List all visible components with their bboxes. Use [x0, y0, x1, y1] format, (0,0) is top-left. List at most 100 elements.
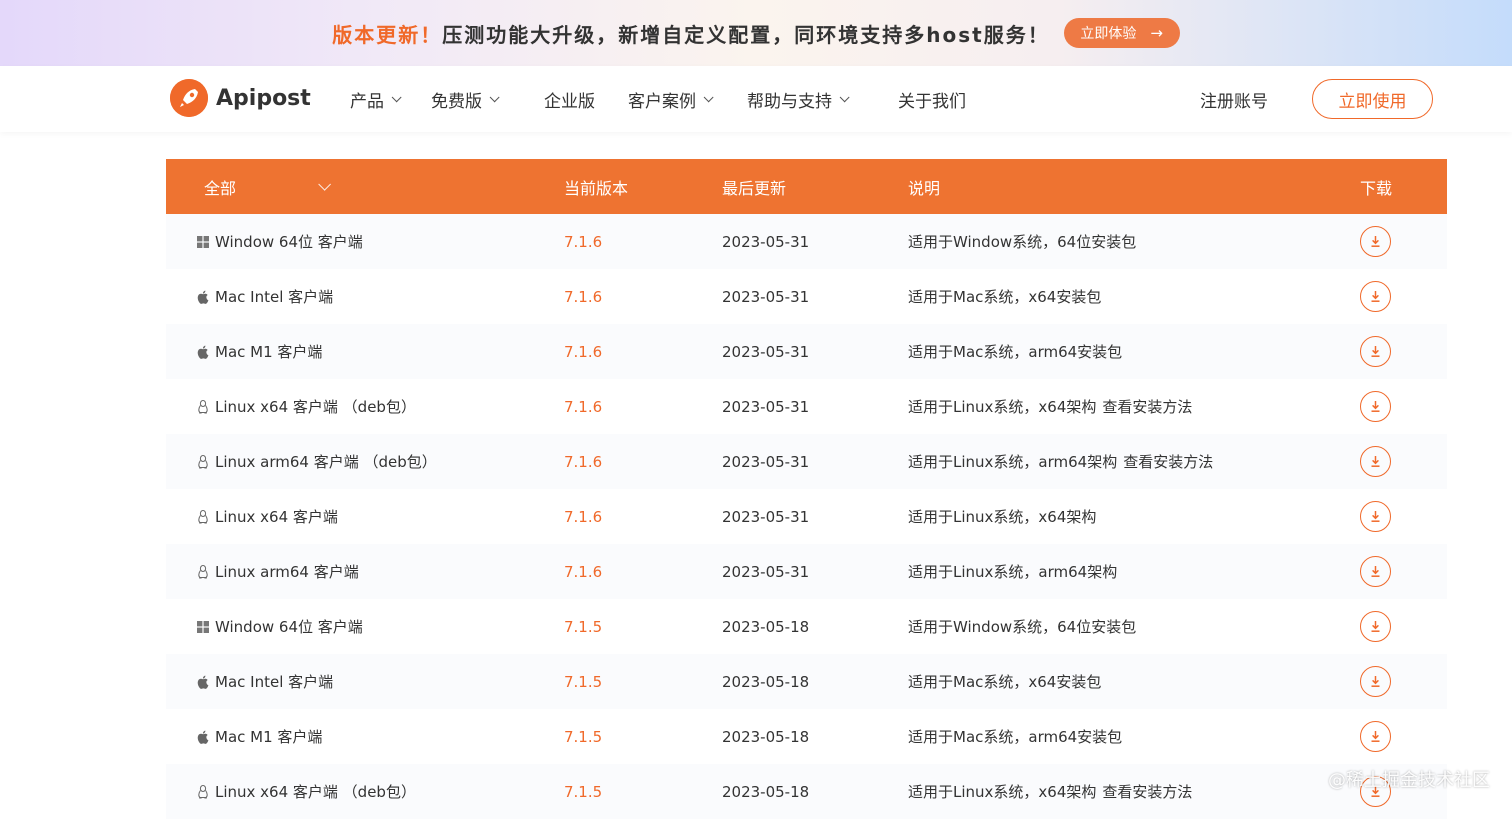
client-name: Window 64位 客户端: [215, 618, 363, 636]
apple-icon: [196, 345, 209, 359]
description-cell: 适用于Linux系统，arm64架构: [908, 544, 1117, 599]
download-button[interactable]: [1360, 336, 1391, 367]
download-cell: [1360, 709, 1391, 764]
table-row: Linux arm64 客户端 7.1.6 2023-05-31 适用于Linux系统…: [166, 544, 1447, 599]
download-button[interactable]: [1360, 446, 1391, 477]
download-button[interactable]: [1360, 611, 1391, 642]
linux-icon: [196, 399, 209, 413]
download-button[interactable]: [1360, 501, 1391, 532]
linux-icon: [196, 784, 209, 798]
linux-icon: [196, 454, 209, 468]
nav-item-label: 企业版: [544, 91, 595, 112]
install-guide-link[interactable]: 查看安装方法: [1123, 451, 1213, 472]
description-text: 适用于Linux系统，x64架构: [908, 508, 1097, 526]
chevron-down-icon: [839, 91, 850, 102]
table-row: Linux x64 客户端 （deb包） 7.1.5 2023-05-18 适用于Li…: [166, 764, 1447, 819]
download-table: 全部 当前版本 最后更新 说明 下载 Window 64位 客户端 7.1.6 20…: [166, 159, 1447, 819]
install-guide-link[interactable]: 查看安装方法: [1102, 781, 1192, 802]
download-icon: [1369, 510, 1382, 523]
download-button[interactable]: [1360, 556, 1391, 587]
download-button[interactable]: [1360, 666, 1391, 697]
install-guide-link[interactable]: 查看安装方法: [1102, 396, 1192, 417]
download-icon: [1369, 730, 1382, 743]
version-cell: 7.1.6: [564, 507, 603, 526]
table-row: Mac Intel 客户端 7.1.5 2023-05-18 适用于Mac系统，x64…: [166, 654, 1447, 709]
date-cell: 2023-05-18: [722, 672, 810, 691]
filter-label: 全部: [204, 178, 237, 198]
download-icon: [1369, 565, 1382, 578]
client-name: Mac M1 客户端: [215, 343, 323, 361]
table-row: Linux x64 客户端 7.1.6 2023-05-31 适用于Linux系统，x…: [166, 489, 1447, 544]
header-updated: 最后更新: [722, 178, 787, 198]
watermark: @稀土掘金技术社区: [1328, 770, 1490, 791]
description-cell: 适用于Linux系统，x64架构 查看安装方法: [908, 379, 1192, 434]
description-cell: 适用于Window系统，64位安装包: [908, 214, 1136, 269]
download-button[interactable]: [1360, 281, 1391, 312]
nav-item-products[interactable]: 产品: [350, 66, 402, 132]
brand-logo[interactable]: Apipost: [170, 79, 311, 117]
description-text: 适用于Window系统，64位安装包: [908, 618, 1137, 636]
client-name-cell: Linux x64 客户端 （deb包）: [196, 379, 416, 434]
nav-item-cases[interactable]: 客户案例: [628, 66, 714, 132]
download-cell: [1360, 599, 1391, 654]
download-button[interactable]: [1360, 721, 1391, 752]
nav-item-enterprise[interactable]: 企业版: [544, 66, 595, 132]
client-name-cell: Mac Intel 客户端: [196, 654, 333, 709]
client-name: Linux arm64 客户端 （deb包）: [215, 453, 437, 471]
nav-item-label: 帮助与支持: [747, 91, 832, 112]
brand-name: Apipost: [216, 85, 311, 111]
description-cell: 适用于Mac系统，arm64安装包: [908, 324, 1122, 379]
table-header: 全部 当前版本 最后更新 说明 下载: [166, 159, 1447, 214]
description-cell: 适用于Linux系统，arm64架构 查看安装方法: [908, 434, 1213, 489]
top-nav: Apipost 产品 免费版 企业版 客户案例 帮助与支持 关于我们 注册账号 …: [0, 66, 1512, 132]
version-cell: 7.1.5: [564, 782, 603, 801]
download-button[interactable]: [1360, 391, 1391, 422]
header-version: 当前版本: [564, 178, 629, 198]
use-now-button[interactable]: 立即使用: [1312, 79, 1433, 119]
download-cell: [1360, 379, 1391, 434]
chevron-down-icon: [703, 91, 714, 102]
description-cell: 适用于Linux系统，x64架构: [908, 489, 1096, 544]
client-name: Linux x64 客户端: [215, 508, 338, 526]
promo-banner: 版本更新！压测功能大升级，新增自定义配置，同环境支持多host服务！ 立即体验 …: [0, 0, 1512, 66]
description-text: 适用于Linux系统，arm64架构: [908, 453, 1118, 471]
table-row: Window 64位 客户端 7.1.6 2023-05-31 适用于Window系统…: [166, 214, 1447, 269]
download-cell: [1360, 324, 1391, 379]
client-name-cell: Mac Intel 客户端: [196, 269, 333, 324]
download-icon: [1369, 620, 1382, 633]
nav-item-free[interactable]: 免费版: [431, 66, 500, 132]
client-name-cell: Window 64位 客户端: [196, 214, 363, 269]
table-row: Linux x64 客户端 （deb包） 7.1.6 2023-05-31 适用于Li…: [166, 379, 1447, 434]
header-description: 说明: [908, 178, 941, 198]
date-cell: 2023-05-31: [722, 452, 810, 471]
date-cell: 2023-05-31: [722, 287, 810, 306]
nav-item-about[interactable]: 关于我们: [898, 66, 966, 132]
download-cell: [1360, 434, 1391, 489]
apple-icon: [196, 675, 209, 689]
version-cell: 7.1.5: [564, 727, 603, 746]
try-now-button[interactable]: 立即体验 →: [1063, 18, 1180, 48]
date-cell: 2023-05-31: [722, 342, 810, 361]
download-icon: [1369, 235, 1382, 248]
date-cell: 2023-05-18: [722, 727, 810, 746]
download-icon: [1369, 400, 1382, 413]
nav-item-label: 关于我们: [898, 91, 966, 112]
chevron-down-icon: [391, 91, 402, 102]
version-cell: 7.1.6: [564, 452, 603, 471]
version-cell: 7.1.6: [564, 562, 603, 581]
banner-message: 版本更新！压测功能大升级，新增自定义配置，同环境支持多host服务！: [332, 19, 1049, 48]
description-text: 适用于Mac系统，x64安装包: [908, 673, 1102, 691]
description-text: 适用于Linux系统，arm64架构: [908, 563, 1118, 581]
platform-filter[interactable]: 全部: [204, 159, 332, 214]
client-name-cell: Linux arm64 客户端 （deb包）: [196, 434, 437, 489]
table-row: Window 64位 客户端 7.1.5 2023-05-18 适用于Window系统…: [166, 599, 1447, 654]
nav-item-help[interactable]: 帮助与支持: [747, 66, 850, 132]
download-cell: [1360, 544, 1391, 599]
arrow-right-icon: →: [1150, 24, 1163, 42]
download-button[interactable]: [1360, 226, 1391, 257]
date-cell: 2023-05-31: [722, 507, 810, 526]
banner-highlight: 版本更新！: [332, 22, 443, 47]
download-cell: [1360, 269, 1391, 324]
download-cell: [1360, 489, 1391, 544]
signup-link[interactable]: 注册账号: [1200, 66, 1268, 132]
